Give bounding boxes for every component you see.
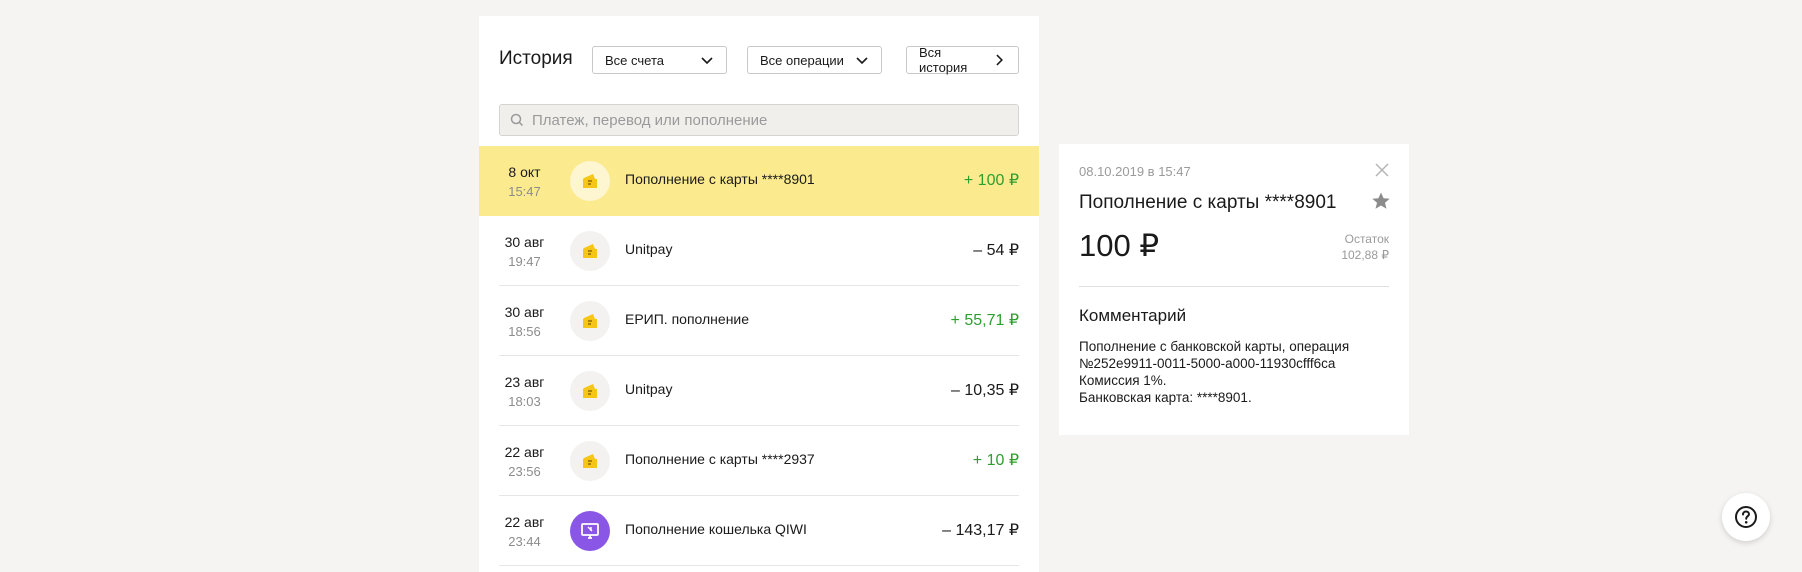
transaction-row[interactable]: 30 авг 19:47 Unitpay – 54 ₽ <box>479 216 1039 286</box>
transaction-amount: + 55,71 ₽ <box>950 312 1019 329</box>
transaction-amount: + 10 ₽ <box>972 452 1019 469</box>
transaction-title: Unitpay <box>625 381 673 397</box>
detail-divider <box>1079 286 1389 287</box>
chevron-right-icon <box>996 54 1004 66</box>
transaction-time: 18:56 <box>508 324 541 339</box>
transaction-time: 23:56 <box>508 464 541 479</box>
search-icon <box>510 113 524 127</box>
all-history-button[interactable]: Вся история <box>906 45 1019 75</box>
transaction-row[interactable]: 22 авг 23:56 Пополнение с карты ****2937… <box>479 426 1039 496</box>
transaction-title: Пополнение кошелька QIWI <box>625 521 807 537</box>
wallet-card-icon <box>570 161 610 201</box>
transaction-date: 23 авг <box>504 374 545 390</box>
history-panel: История Все счета Все операции Вся истор… <box>479 16 1039 572</box>
transaction-row[interactable]: 22 авг 23:44 Пополнение кошелька QIWI – … <box>479 496 1039 566</box>
comment-line: №252e9911-0011-5000-a000-11930cfff6ca <box>1079 356 1336 371</box>
transaction-amount: – 143,17 ₽ <box>942 522 1019 539</box>
transaction-title: Пополнение с карты ****2937 <box>625 451 815 467</box>
transaction-time: 19:47 <box>508 254 541 269</box>
balance-value: 102,88 ₽ <box>1341 248 1389 262</box>
wallet-card-icon <box>570 301 610 341</box>
operations-dropdown[interactable]: Все операции <box>747 46 882 74</box>
comment-body: Пополнение с банковской карты, операция … <box>1079 338 1394 406</box>
star-icon[interactable] <box>1371 191 1391 211</box>
search-input[interactable]: Платеж, перевод или пополнение <box>499 104 1019 136</box>
wallet-card-icon <box>570 371 610 411</box>
transaction-row[interactable]: 30 авг 18:56 ЕРИП. пополнение + 55,71 ₽ <box>479 286 1039 356</box>
detail-amount: 100 ₽ <box>1079 228 1160 263</box>
comment-line: Комиссия 1%. <box>1079 373 1167 388</box>
search-placeholder: Платеж, перевод или пополнение <box>532 111 768 129</box>
transaction-row[interactable]: 8 окт 15:47 Пополнение с карты ****8901 … <box>479 146 1039 216</box>
help-button[interactable] <box>1722 493 1770 541</box>
transaction-date: 30 авг <box>504 234 545 250</box>
wallet-card-icon <box>570 231 610 271</box>
help-icon <box>1735 506 1757 528</box>
operations-dropdown-label: Все операции <box>760 52 844 68</box>
chevron-down-icon <box>701 57 713 65</box>
transaction-time: 23:44 <box>508 534 541 549</box>
comment-line: Банковская карта: ****8901. <box>1079 390 1252 405</box>
transaction-date: 22 авг <box>504 444 545 460</box>
transaction-list: 8 окт 15:47 Пополнение с карты ****8901 … <box>479 146 1039 566</box>
transaction-amount: – 54 ₽ <box>973 242 1019 259</box>
terminal-icon <box>570 511 610 551</box>
detail-title: Пополнение с карты ****8901 <box>1079 192 1337 213</box>
chevron-down-icon <box>856 57 868 65</box>
transaction-date: 30 авг <box>504 304 545 320</box>
transaction-title: Unitpay <box>625 241 673 257</box>
comment-line: Пополнение с банковской карты, операция <box>1079 339 1350 354</box>
history-title: История <box>499 48 573 69</box>
transaction-amount: + 100 ₽ <box>963 172 1019 189</box>
accounts-dropdown[interactable]: Все счета <box>592 46 727 74</box>
close-icon[interactable] <box>1373 161 1391 179</box>
transaction-time: 18:03 <box>508 394 541 409</box>
transaction-amount: – 10,35 ₽ <box>950 382 1019 399</box>
transaction-time: 15:47 <box>508 184 541 199</box>
all-history-label: Вся история <box>919 45 968 75</box>
transaction-row[interactable]: 23 авг 18:03 Unitpay – 10,35 ₽ <box>479 356 1039 426</box>
transaction-title: Пополнение с карты ****8901 <box>625 171 815 187</box>
transaction-detail-panel: 08.10.2019 в 15:47 Пополнение с карты **… <box>1059 144 1409 435</box>
transaction-title: ЕРИП. пополнение <box>625 311 750 327</box>
row-divider <box>499 565 1019 566</box>
balance-label: Остаток <box>1344 232 1389 246</box>
transaction-date: 8 окт <box>508 164 541 180</box>
detail-datetime: 08.10.2019 в 15:47 <box>1079 164 1191 179</box>
wallet-card-icon <box>570 441 610 481</box>
comment-heading: Комментарий <box>1079 306 1187 325</box>
history-header: История Все счета Все операции Вся истор… <box>499 45 1019 75</box>
transaction-date: 22 авг <box>504 514 545 530</box>
accounts-dropdown-label: Все счета <box>605 52 664 68</box>
